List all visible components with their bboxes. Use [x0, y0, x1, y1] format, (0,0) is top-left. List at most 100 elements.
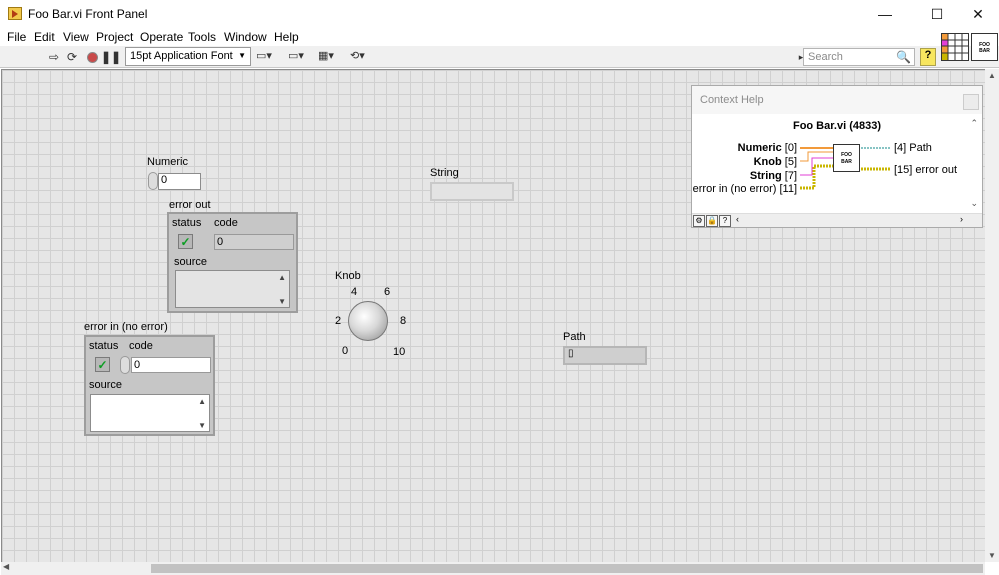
error-out-status-label: status — [172, 217, 202, 229]
ctx-input-error-in: error in (no error) [11] — [693, 183, 797, 195]
scroll-up-arrow-icon[interactable]: ▲ — [988, 71, 996, 80]
vi-icon-line2: BAR — [979, 48, 990, 54]
menu-project[interactable]: Project — [96, 30, 133, 44]
menu-operate[interactable]: Operate — [140, 30, 183, 44]
error-in-source-input[interactable]: ▲ ▼ — [90, 394, 210, 432]
ctx-output-path: [4] Path — [894, 142, 932, 154]
ctx-output-error-out: [15] error out — [894, 164, 957, 176]
path-browse-icon: ▯ — [568, 348, 574, 359]
ctx-vi-icon-line1: FOO — [841, 152, 852, 158]
scroll-up-icon[interactable]: ▲ — [198, 397, 206, 406]
minimize-button[interactable]: — — [862, 0, 908, 28]
ctx-scroll-down-icon[interactable]: ⌄ — [970, 198, 978, 209]
error-in-cluster: status ✓ code 0 source ▲ ▼ — [84, 335, 215, 436]
ctx-input-error-in-index: [11] — [779, 183, 797, 195]
error-in-source-label: source — [89, 379, 123, 391]
error-in-status-check-icon[interactable]: ✓ — [95, 357, 110, 372]
scroll-down-icon[interactable]: ▼ — [198, 421, 206, 430]
numeric-input[interactable]: 0 — [158, 173, 201, 190]
error-in-label: error in (no error) — [84, 321, 168, 333]
knob-label: Knob — [335, 270, 361, 282]
error-out-source: ▲ ▼ — [175, 270, 290, 308]
horizontal-scrollbar[interactable]: ◀ — [1, 562, 985, 575]
scroll-down-icon[interactable]: ▼ — [278, 297, 286, 306]
distribute-objects-icon[interactable]: ▭▾ — [288, 49, 314, 65]
menu-view[interactable]: View — [63, 30, 89, 44]
ctx-vi-icon: FOO BAR — [833, 144, 860, 172]
menu-edit[interactable]: Edit — [34, 30, 55, 44]
reorder-icon[interactable]: ⟲▾ — [350, 49, 376, 65]
scroll-up-icon[interactable]: ▲ — [278, 273, 286, 282]
ctx-vi-icon-line2: BAR — [841, 159, 852, 165]
knob-control[interactable] — [348, 301, 388, 341]
font-select-value: 15pt Application Font — [130, 50, 233, 62]
window-title: Foo Bar.vi Front Panel — [28, 7, 148, 21]
context-help-button[interactable]: ? — [920, 48, 936, 66]
context-help-close-button[interactable] — [963, 94, 979, 110]
vi-icon[interactable]: FOO BAR — [971, 33, 998, 61]
context-help-window: Context Help Foo Bar.vi (4833) Numeric [… — [691, 85, 983, 228]
horizontal-scroll-thumb[interactable] — [151, 564, 983, 573]
ctx-input-numeric-index: [0] — [784, 142, 797, 154]
connector-pane-grid-icon — [942, 34, 968, 60]
error-in-code-input[interactable]: 0 — [131, 357, 211, 373]
connector-pane[interactable] — [941, 33, 969, 61]
string-indicator — [430, 182, 514, 201]
show-optional-terminals-icon[interactable]: ⚙ — [693, 215, 705, 227]
string-label: String — [430, 167, 459, 179]
search-input[interactable]: Search 🔍 — [803, 48, 915, 66]
ctx-input-knob-name: Knob — [753, 156, 782, 168]
menu-window[interactable]: Window — [224, 30, 267, 44]
run-continuously-icon[interactable]: ⟳ — [64, 49, 80, 65]
error-in-code-label: code — [129, 340, 153, 352]
error-out-status-check-icon: ✓ — [178, 234, 193, 249]
ctx-input-string-name: String — [749, 170, 782, 182]
scroll-down-arrow-icon[interactable]: ▼ — [988, 551, 996, 560]
ctx-output-path-index: [4] — [894, 142, 907, 154]
knob-tick-6: 6 — [384, 286, 391, 298]
ctx-input-knob-index: [5] — [784, 156, 797, 168]
search-placeholder: Search — [808, 51, 843, 63]
maximize-button[interactable]: ☐ — [914, 0, 960, 28]
align-objects-icon[interactable]: ▭▾ — [256, 49, 282, 65]
ctx-scroll-right-icon[interactable]: › — [960, 214, 963, 224]
ctx-input-string-index: [7] — [784, 170, 797, 182]
knob-tick-10: 10 — [393, 346, 406, 358]
lock-context-help-icon[interactable]: 🔒 — [706, 215, 718, 227]
menu-file[interactable]: File — [7, 30, 26, 44]
knob-tick-4: 4 — [351, 286, 358, 298]
toolbar: ⇨ ⟳ ❚❚ 15pt Application Font ▼ ▭▾ ▭▾ ▦▾ … — [0, 46, 999, 68]
close-button[interactable]: ✕ — [955, 0, 999, 28]
menu-help[interactable]: Help — [274, 30, 299, 44]
abort-icon[interactable] — [84, 49, 100, 65]
knob-tick-2: 2 — [335, 315, 342, 327]
title-bar: Foo Bar.vi Front Panel — ☐ ✕ — [0, 0, 999, 28]
scroll-left-arrow-icon[interactable]: ◀ — [3, 562, 9, 571]
detailed-help-icon[interactable]: ? — [719, 215, 731, 227]
error-in-code-increment-decrement[interactable] — [120, 356, 130, 374]
chevron-down-icon: ▼ — [238, 51, 246, 60]
ctx-input-numeric-name: Numeric — [737, 142, 782, 154]
vertical-scrollbar[interactable]: ▲ ▼ — [985, 69, 999, 562]
labview-vi-icon — [8, 7, 22, 20]
resize-objects-icon[interactable]: ▦▾ — [318, 49, 344, 65]
error-out-label: error out — [169, 199, 211, 211]
ctx-output-error-out-index: [15] — [894, 164, 913, 176]
search-icon[interactable]: 🔍 — [896, 50, 911, 64]
font-select[interactable]: 15pt Application Font ▼ — [125, 47, 251, 66]
run-arrow-icon[interactable]: ⇨ — [46, 49, 62, 65]
context-help-title: Context Help — [692, 86, 982, 114]
ctx-output-error-out-name: error out — [915, 164, 957, 176]
ctx-scroll-left-icon[interactable]: ‹ — [736, 214, 739, 224]
ctx-input-error-in-name: error in (no error) — [692, 183, 777, 195]
ctx-input-string: String [7] — [750, 170, 797, 182]
ctx-scroll-up-icon[interactable]: ⌃ — [970, 118, 978, 129]
numeric-increment-decrement[interactable] — [148, 172, 158, 190]
pause-icon[interactable]: ❚❚ — [101, 49, 121, 65]
ctx-output-path-name: Path — [909, 142, 932, 154]
context-help-vi-name: Foo Bar.vi (4833) — [792, 120, 882, 132]
ctx-input-knob: Knob [5] — [754, 156, 797, 168]
ctx-input-numeric: Numeric [0] — [738, 142, 797, 154]
menu-tools[interactable]: Tools — [188, 30, 216, 44]
error-out-code: 0 — [214, 234, 294, 250]
